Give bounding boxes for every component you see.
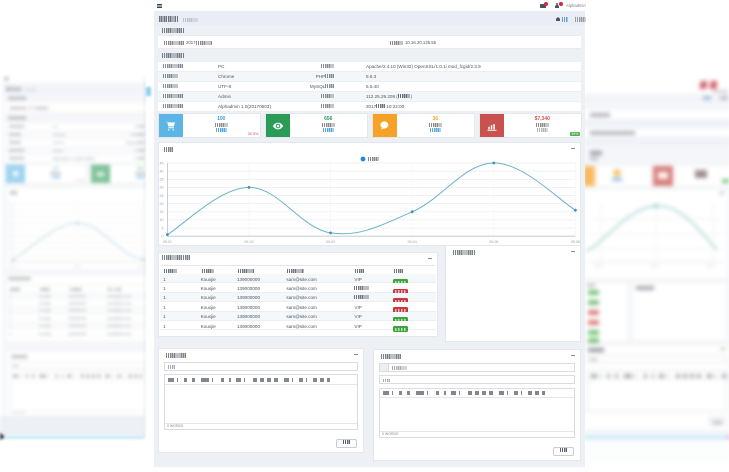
- svg-text:09-05: 09-05: [489, 240, 498, 244]
- svg-text:10: 10: [160, 218, 164, 222]
- svg-text:0: 0: [162, 235, 164, 239]
- svg-text:09-01: 09-01: [163, 240, 172, 244]
- svg-text:09-04: 09-04: [408, 240, 417, 244]
- svg-text:09-0: 09-0: [651, 264, 658, 268]
- svg-text:45: 45: [160, 161, 164, 165]
- svg-text:30: 30: [160, 186, 164, 190]
- svg-text:40: 40: [160, 169, 164, 173]
- svg-text:09-0: 09-0: [707, 264, 714, 268]
- svg-text:20: 20: [160, 202, 164, 206]
- svg-text:25: 25: [160, 194, 164, 198]
- svg-text:5: 5: [162, 226, 164, 230]
- svg-text:09-0: 09-0: [595, 264, 602, 268]
- svg-text:09-02: 09-02: [244, 240, 253, 244]
- svg-text:09-03: 09-03: [326, 240, 335, 244]
- svg-text:09-06: 09-06: [571, 240, 580, 244]
- svg-text:15: 15: [160, 210, 164, 214]
- svg-text:35: 35: [160, 178, 164, 182]
